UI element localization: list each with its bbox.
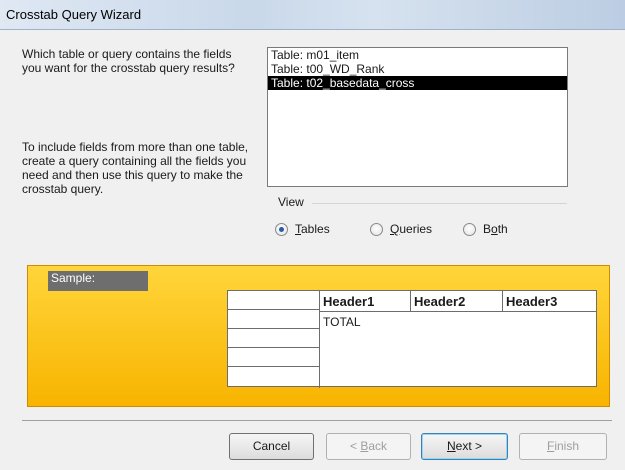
- view-groupbox: View Tables Queries Both: [270, 195, 570, 250]
- radio-tables[interactable]: Tables: [275, 222, 330, 236]
- source-question-text: Which table or query contains the fields…: [22, 47, 235, 75]
- list-item[interactable]: Table: t00_WD_Rank: [268, 62, 567, 76]
- total-cell: TOTAL: [323, 315, 361, 329]
- finish-button[interactable]: Finish: [519, 433, 607, 460]
- row-header-cell: [228, 348, 319, 367]
- radio-selected-icon: [275, 222, 288, 236]
- radio-queries-label: Queries: [390, 222, 433, 236]
- next-button[interactable]: Next >: [421, 433, 508, 460]
- list-item[interactable]: Table: m01_item: [268, 48, 567, 62]
- column-header-1: Header1: [320, 291, 411, 312]
- radio-unselected-icon: [370, 222, 383, 236]
- row-header-cell: [228, 329, 319, 348]
- sample-label: Sample:: [48, 271, 148, 291]
- column-header-3: Header3: [503, 291, 596, 312]
- back-button[interactable]: < Back: [326, 433, 411, 460]
- row-header-cell: [228, 310, 319, 329]
- table-query-listbox[interactable]: Table: m01_item Table: t00_WD_Rank Table…: [267, 47, 568, 187]
- multi-table-help-text: To include fields from more than one tab…: [22, 140, 249, 196]
- radio-both[interactable]: Both: [463, 222, 508, 236]
- sample-grid: Header1 Header2 Header3 TOTAL: [227, 290, 597, 388]
- radio-unselected-icon: [463, 222, 476, 236]
- view-group-line: [312, 203, 567, 204]
- radio-both-label: Both: [483, 222, 508, 236]
- row-header-column: [228, 291, 320, 388]
- row-header-cell: [228, 291, 319, 310]
- view-group-label: View: [278, 195, 308, 209]
- cancel-button[interactable]: Cancel: [229, 433, 314, 460]
- column-header-2: Header2: [411, 291, 503, 312]
- row-header-cell: [228, 367, 319, 386]
- title-bar: Crosstab Query Wizard: [0, 0, 625, 30]
- footer-divider: [22, 420, 612, 421]
- window-title: Crosstab Query Wizard: [6, 7, 142, 22]
- radio-tables-label: Tables: [295, 222, 330, 236]
- radio-queries[interactable]: Queries: [370, 222, 432, 236]
- list-item-selected[interactable]: Table: t02_basedata_cross: [268, 76, 567, 90]
